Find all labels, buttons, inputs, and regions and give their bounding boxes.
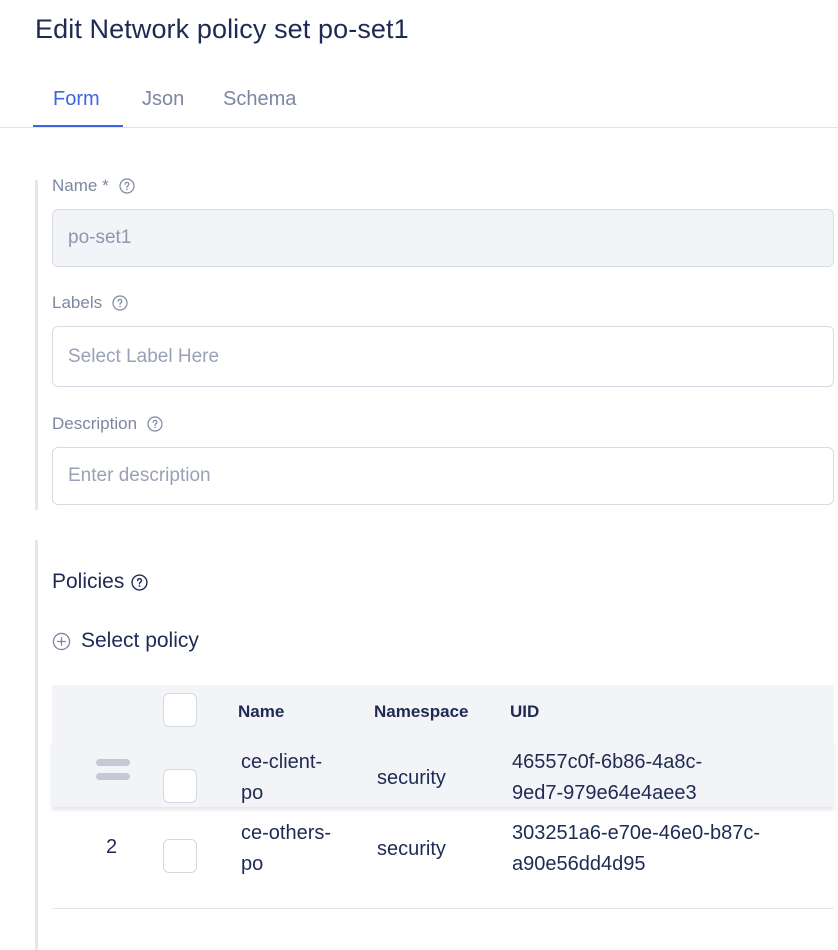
policy-name-line: ce-others-: [241, 822, 332, 844]
tab-active-underline: [33, 125, 123, 127]
description-field-label: Description: [52, 414, 163, 434]
tab-json[interactable]: Json: [142, 88, 184, 111]
policy-name-line: ce-client-: [241, 751, 323, 773]
policy-uid-line: 46557c0f-6b86-4a8c-: [512, 751, 703, 773]
policy-uid-line: a90e56dd4d95: [512, 853, 646, 875]
name-input[interactable]: po-set1: [52, 209, 834, 267]
policy-uid-line: 303251a6-e70e-46e0-b87c-: [512, 822, 760, 844]
name-field-label: Name *: [52, 176, 135, 196]
policy-uid-cell: 46557c0f-6b86-4a8c- 9ed7-979e64e4aee3: [512, 747, 702, 809]
labels-select-input[interactable]: Select Label Here: [52, 326, 834, 387]
column-header-uid: UID: [510, 702, 540, 721]
question-circle-icon[interactable]: [131, 573, 149, 591]
policy-uid-line: 9ed7-979e64e4aee3: [512, 782, 697, 804]
row-checkbox[interactable]: [163, 839, 197, 873]
tab-schema[interactable]: Schema: [223, 88, 296, 111]
table-header: Name Namespace UID: [52, 685, 834, 741]
drag-handle-icon[interactable]: [96, 759, 130, 787]
description-placeholder: Enter description: [68, 465, 211, 486]
row-checkbox[interactable]: [163, 769, 197, 803]
select-policy-button[interactable]: Select policy: [52, 629, 199, 653]
tab-form[interactable]: Form: [53, 88, 100, 111]
plus-circle-icon: [52, 632, 71, 651]
column-header-namespace: Namespace: [374, 702, 469, 721]
policy-namespace-cell: security: [377, 767, 446, 789]
policy-name-line: po: [241, 782, 264, 804]
table-row[interactable]: ce-client- po security 46557c0f-6b86-4a8…: [52, 741, 834, 807]
policy-uid-cell: 303251a6-e70e-46e0-b87c- a90e56dd4d95: [512, 818, 760, 880]
policy-name-cell: ce-others- po: [241, 818, 331, 880]
policies-title-text: Policies: [52, 570, 125, 593]
policy-namespace-cell: security: [377, 838, 446, 860]
page-title: Edit Network policy set po-set1: [35, 14, 409, 44]
row-index: 2: [106, 836, 118, 858]
policies-section-bar: [35, 540, 38, 950]
select-all-checkbox[interactable]: [163, 693, 197, 727]
labels-field-label: Labels: [52, 293, 128, 313]
labels-placeholder: Select Label Here: [68, 345, 220, 367]
tab-bar: Form Json Schema: [0, 78, 838, 128]
name-label-text: Name *: [52, 176, 109, 195]
question-circle-icon[interactable]: [147, 416, 163, 432]
description-label-text: Description: [52, 414, 138, 433]
labels-label-text: Labels: [52, 293, 103, 312]
policy-name-line: po: [241, 853, 264, 875]
select-policy-label: Select policy: [81, 629, 199, 652]
description-input[interactable]: Enter description: [52, 447, 834, 505]
name-input-value: po-set1: [68, 227, 132, 248]
metadata-section-bar: [35, 180, 38, 510]
question-circle-icon[interactable]: [112, 295, 128, 311]
table-row[interactable]: 2 ce-others- po security 303251a6-e70e-4…: [52, 812, 834, 909]
question-circle-icon[interactable]: [119, 178, 135, 194]
policies-title: Policies: [52, 570, 149, 594]
policy-name-cell: ce-client- po: [241, 747, 322, 809]
column-header-name: Name: [238, 702, 285, 721]
